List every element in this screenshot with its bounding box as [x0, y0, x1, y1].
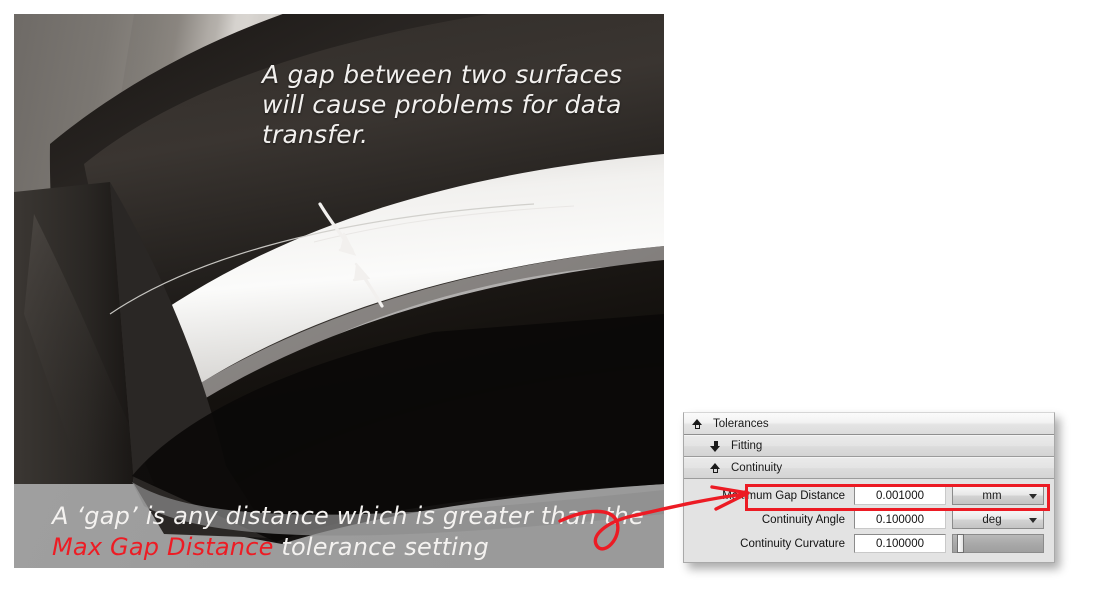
section-label-continuity: Continuity	[731, 462, 783, 474]
section-header-continuity[interactable]: Continuity	[684, 457, 1054, 479]
unit-value-maximum-gap-distance: mm	[982, 489, 1002, 502]
section-header-tolerances[interactable]: Tolerances	[684, 413, 1054, 435]
section-label-tolerances: Tolerances	[713, 417, 769, 430]
chevron-up-hollow-icon	[692, 418, 703, 430]
input-continuity-angle[interactable]	[854, 510, 946, 529]
surface-render-canvas	[14, 14, 664, 568]
section-label-fitting: Fitting	[731, 440, 763, 452]
slider-continuity-curvature[interactable]	[952, 534, 1044, 553]
label-maximum-gap-distance: Maximum Gap Distance	[722, 489, 845, 502]
chevron-down-icon	[1029, 518, 1037, 523]
section-header-fitting[interactable]: Fitting	[684, 435, 1054, 457]
label-continuity-curvature: Continuity Curvature	[740, 537, 845, 550]
input-continuity-curvature[interactable]	[854, 534, 946, 553]
unit-value-continuity-angle: deg	[982, 513, 1002, 526]
field-row-continuity-curvature: Continuity Curvature	[694, 534, 1044, 553]
chevron-down-icon	[1029, 494, 1037, 499]
label-continuity-angle: Continuity Angle	[761, 513, 845, 526]
input-maximum-gap-distance[interactable]	[854, 486, 946, 505]
slider-thumb[interactable]	[957, 534, 964, 553]
render-figure: A gap between two surfaces will cause pr…	[14, 14, 664, 568]
unit-select-maximum-gap-distance[interactable]: mm	[952, 486, 1044, 505]
field-row-continuity-angle: Continuity Angle deg	[694, 510, 1044, 529]
unit-select-continuity-angle[interactable]: deg	[952, 510, 1044, 529]
chevron-up-hollow-icon	[710, 462, 721, 474]
arrow-down-solid-icon	[710, 440, 721, 452]
field-row-maximum-gap-distance: Maximum Gap Distance mm	[694, 486, 1044, 505]
continuity-fields: Maximum Gap Distance mm Continuity Angle…	[684, 479, 1054, 562]
tolerances-panel: Tolerances Fitting Continuity Maximum Ga…	[683, 412, 1055, 563]
